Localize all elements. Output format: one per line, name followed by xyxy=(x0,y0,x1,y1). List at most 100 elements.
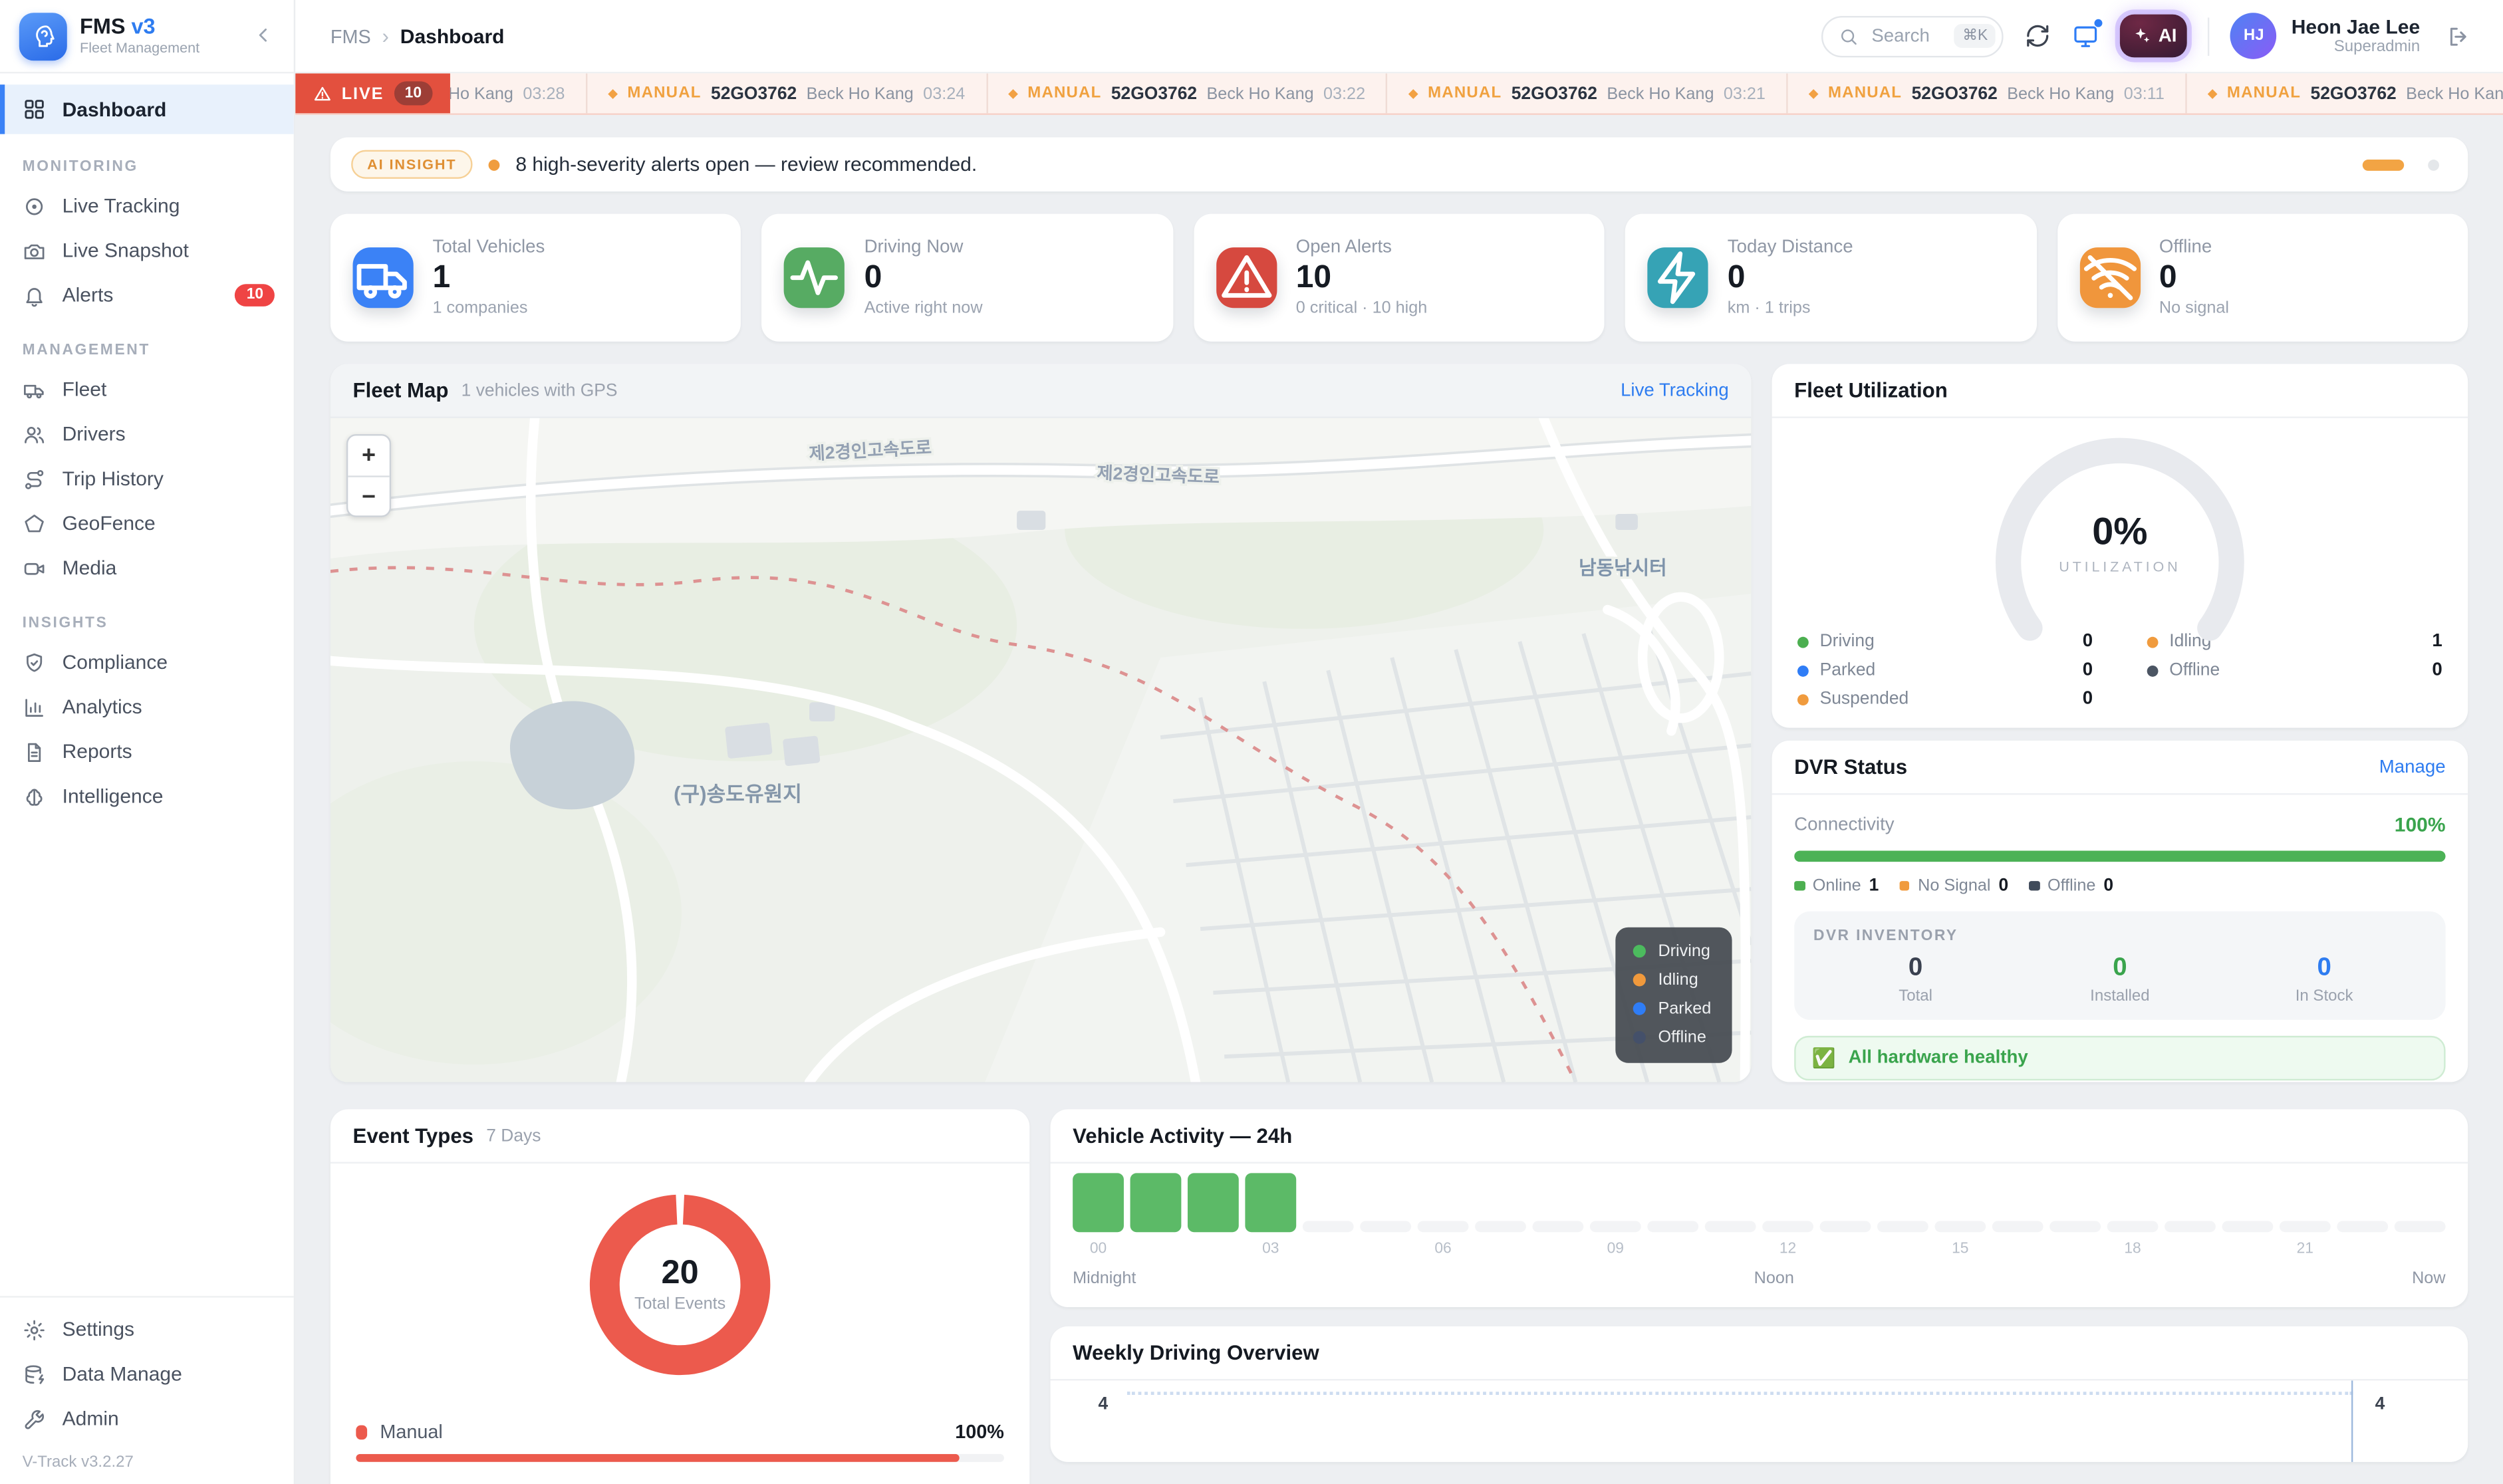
hour-tick xyxy=(1360,1240,1411,1257)
hour-tick xyxy=(2395,1240,2446,1257)
weekly-driving-header: Weekly Driving Overview xyxy=(1051,1326,2468,1381)
sidebar-item[interactable]: Alerts 10 xyxy=(0,273,294,317)
sidebar-item[interactable]: Media xyxy=(0,546,294,590)
sidebar-item[interactable]: Compliance xyxy=(0,640,294,685)
sidebar-item[interactable]: Data Manage xyxy=(0,1352,294,1396)
monitor-icon[interactable] xyxy=(2073,23,2100,50)
legend-value: 0 xyxy=(2083,661,2093,680)
activity-icon xyxy=(785,247,845,308)
stat-label: Driving Now xyxy=(864,238,983,257)
hour-tick xyxy=(1532,1240,1583,1257)
activity-bar xyxy=(1820,1221,1871,1232)
sidebar-item[interactable]: Reports xyxy=(0,729,294,774)
alert-time: 03:28 xyxy=(523,84,565,103)
geofence-icon xyxy=(23,511,47,535)
weekly-driving-chart: 4 4 xyxy=(1051,1380,2468,1461)
activity-bar xyxy=(1073,1173,1124,1232)
user-menu[interactable]: HJ Heon Jae Lee Superadmin xyxy=(2230,13,2420,59)
ticker-alert[interactable]: ◆ MANUAL 52GO3762 Beck Ho Kang 03:21 xyxy=(1388,73,1788,113)
activity-bar xyxy=(1418,1221,1469,1232)
sidebar-item-label: Data Manage xyxy=(63,1363,182,1386)
refresh-icon[interactable] xyxy=(2025,23,2052,50)
sidebar-item[interactable]: Settings xyxy=(0,1307,294,1352)
sidebar-item[interactable]: Trip History xyxy=(0,457,294,501)
sidebar-item[interactable]: Live Snapshot xyxy=(0,228,294,273)
screen: FMS v3 Fleet Management Dashboard MONITO… xyxy=(0,0,2503,1484)
sparkles-icon xyxy=(2131,25,2152,46)
alert-driver: Beck Ho Kang xyxy=(2406,84,2503,103)
event-types-header: Event Types 7 Days xyxy=(330,1109,1029,1164)
alert-time: 03:11 xyxy=(2124,84,2165,103)
activity-bar xyxy=(1188,1173,1239,1232)
sidebar-item-label: Drivers xyxy=(63,423,126,445)
ticker-alert[interactable]: ◆ MANUAL 52GO3762 Beck Ho Kang 02:58 xyxy=(2187,73,2503,113)
hour-tick: 18 xyxy=(2107,1240,2159,1257)
sidebar-item[interactable]: Intelligence xyxy=(0,774,294,818)
breadcrumb-current: Dashboard xyxy=(400,25,505,47)
check-icon: ✅ xyxy=(1812,1047,1836,1070)
diamond-icon: ◆ xyxy=(608,86,618,101)
dvr-legend-item: Online 1 xyxy=(1794,876,1879,896)
legend-value: 0 xyxy=(2083,689,2093,709)
breadcrumb-root[interactable]: FMS xyxy=(330,25,371,47)
sidebar-item-dashboard[interactable]: Dashboard xyxy=(0,84,294,134)
logout-icon[interactable] xyxy=(2446,23,2471,49)
sidebar-collapse-icon[interactable] xyxy=(252,23,277,49)
search-field[interactable] xyxy=(1869,25,1945,47)
stat-card[interactable]: Offline 0 No signal xyxy=(2057,214,2468,342)
sidebar-item-label: Media xyxy=(63,557,117,580)
sidebar-item-label: Alerts xyxy=(63,284,114,307)
ticker-alert[interactable]: ◆ MANUAL 52GO3762 Beck Ho Kang 03:11 xyxy=(1788,73,2187,113)
live-count-badge: 10 xyxy=(394,81,433,105)
sidebar-item[interactable]: GeoFence xyxy=(0,501,294,546)
sidebar-item[interactable]: Live Tracking xyxy=(0,184,294,228)
inventory-label: Total xyxy=(1813,988,2018,1005)
sidebar-item[interactable]: Admin xyxy=(0,1396,294,1441)
map-legend-row: Parked xyxy=(1633,999,1711,1019)
inventory-column: 0 Installed xyxy=(2018,956,2222,1005)
avatar[interactable]: HJ xyxy=(2230,13,2277,59)
alert-tag: MANUAL xyxy=(1828,84,1902,102)
sidebar-item[interactable]: Fleet xyxy=(0,367,294,412)
ticker-alert[interactable]: ◆ MANUAL 52GO3762 Beck Ho Kang 03:22 xyxy=(988,73,1388,113)
user-role: Superadmin xyxy=(2292,39,2420,56)
admin-icon xyxy=(23,1407,47,1431)
fleet-utilization-card: Fleet Utilization 0% UTILIZATION xyxy=(1772,364,2468,727)
ticker-alert[interactable]: ◆ MANUAL 52GO3762 Beck Ho Kang 03:24 xyxy=(587,73,988,113)
stat-card[interactable]: Total Vehicles 1 1 companies xyxy=(330,214,741,342)
dvr-legend-item: Offline 0 xyxy=(2029,876,2113,896)
utilization-legend-item: Suspended 0 xyxy=(1797,689,2093,709)
stat-subtext: 1 companies xyxy=(433,299,545,318)
carousel-indicator[interactable] xyxy=(2428,159,2439,170)
manage-link[interactable]: Manage xyxy=(2379,757,2446,777)
live-tracking-link[interactable]: Live Tracking xyxy=(1621,381,1729,400)
app-subtitle: Fleet Management xyxy=(80,41,239,57)
zoom-out-button[interactable]: − xyxy=(348,475,389,515)
map-canvas[interactable]: 제2경인고속도로 제2경인고속도로 남동낚시터 (구)송도유원지 + − xyxy=(330,418,1751,1082)
stat-card[interactable]: Driving Now 0 Active right now xyxy=(762,214,1173,342)
zoom-in-button[interactable]: + xyxy=(348,435,389,475)
analytics-icon xyxy=(23,695,47,719)
sidebar-nav: MONITORING Live Tracking Live Snapshot A… xyxy=(0,134,294,1297)
hour-tick: 15 xyxy=(1934,1240,1986,1257)
stat-card[interactable]: Today Distance 0 km · 1 trips xyxy=(1625,214,2036,342)
alert-triangle-icon xyxy=(1216,247,1277,308)
alert-driver: Beck Ho Kang xyxy=(450,84,513,103)
event-donut-chart: 20 Total Events xyxy=(586,1191,774,1379)
sidebar-item[interactable]: Drivers xyxy=(0,412,294,456)
sidebar-section-insights: INSIGHTS xyxy=(23,614,294,632)
legend-value: 0 xyxy=(1998,876,2008,896)
stat-card[interactable]: Open Alerts 10 0 critical · 10 high xyxy=(1194,214,1605,342)
ticker-alert[interactable]: ◆ MANUAL 52GO3762 Beck Ho Kang 03:28 xyxy=(450,73,587,113)
notification-dot xyxy=(2095,19,2103,27)
legend-dot xyxy=(356,1424,367,1439)
activity-bar xyxy=(1130,1173,1182,1232)
hour-tick: 03 xyxy=(1245,1240,1296,1257)
map-legend: Driving Idling Parked Offline xyxy=(1615,928,1732,1063)
hour-tick xyxy=(2337,1240,2388,1257)
stat-value: 10 xyxy=(1296,262,1428,294)
search-input[interactable]: ⌘K xyxy=(1822,15,2004,57)
carousel-indicator-active[interactable] xyxy=(2363,159,2404,170)
ai-assistant-button[interactable]: AI xyxy=(2121,15,2188,58)
sidebar-item[interactable]: Analytics xyxy=(0,685,294,729)
